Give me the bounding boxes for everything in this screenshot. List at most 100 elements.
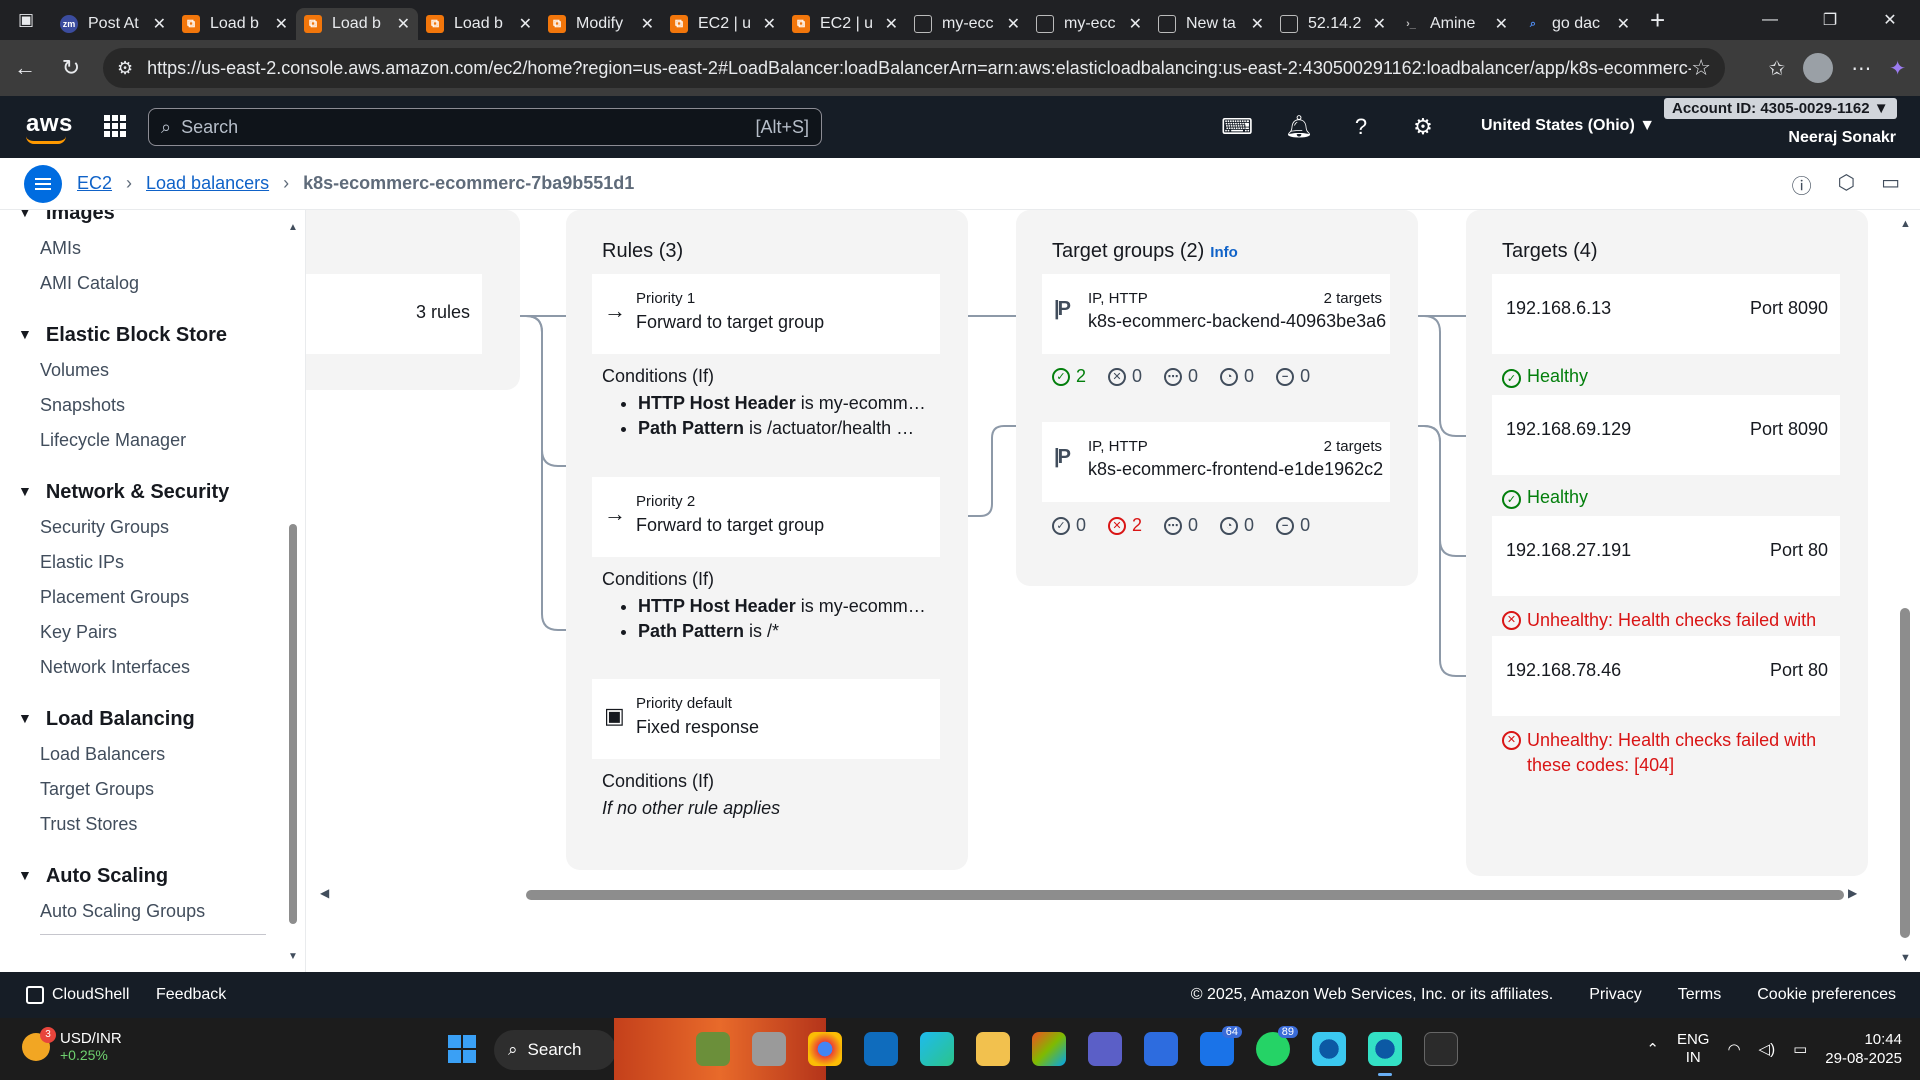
battery-icon[interactable]: ▭ <box>1793 1040 1807 1058</box>
url-text[interactable]: https://us-east-2.console.aws.amazon.com… <box>147 58 1691 79</box>
close-tab-icon[interactable]: ✕ <box>1007 14 1020 34</box>
whatsapp-icon[interactable]: 89 <box>1256 1026 1298 1066</box>
vertical-scroll-thumb[interactable] <box>1900 608 1910 938</box>
back-icon[interactable]: ← <box>2 45 48 91</box>
settings-hex-icon[interactable]: ⬡ <box>1838 170 1855 199</box>
sidebar-scroll-thumb[interactable] <box>289 524 297 924</box>
wifi-icon[interactable]: ◠ <box>1727 1040 1740 1058</box>
feedback-icon[interactable]: ▭ <box>1881 170 1900 199</box>
listener-rules-card[interactable]: 3 rules <box>306 274 482 354</box>
scroll-up-icon[interactable]: ▲ <box>1900 218 1911 230</box>
horizontal-scroll-thumb[interactable] <box>526 890 1844 900</box>
browser-tab[interactable]: ⧉ Load b ✕ <box>418 8 540 40</box>
close-tab-icon[interactable]: ✕ <box>153 14 166 34</box>
browser-tab[interactable]: ⧉ Load b ✕ <box>296 8 418 40</box>
info-circle-icon[interactable]: ⓘ <box>1792 170 1812 199</box>
browser-tab[interactable]: zm Post At ✕ <box>52 8 174 40</box>
sidebar-item-load-balancers[interactable]: Load Balancers <box>40 744 165 765</box>
target-card[interactable]: 192.168.69.129 Port 8090 <box>1492 395 1840 475</box>
url-field[interactable]: ⚙ https://us-east-2.console.aws.amazon.c… <box>103 48 1725 88</box>
close-tab-icon[interactable]: ✕ <box>1373 14 1386 34</box>
vertical-scrollbar[interactable]: ▲ ▼ <box>1900 218 1911 964</box>
sidebar-section-load-balancing[interactable]: Load Balancing <box>18 708 195 731</box>
file-explorer-icon[interactable] <box>976 1032 1010 1066</box>
horizontal-scrollbar[interactable]: ◀ ▶ <box>306 886 1920 906</box>
privacy-link[interactable]: Privacy <box>1589 986 1641 1004</box>
windows-start-icon[interactable] <box>448 1035 476 1063</box>
clock[interactable]: 10:44 29-08-2025 <box>1825 1030 1902 1068</box>
site-info-icon[interactable]: ⚙ <box>117 58 133 79</box>
sidebar-item-trust-stores[interactable]: Trust Stores <box>40 814 137 835</box>
edge-icon[interactable] <box>1312 1032 1346 1066</box>
scroll-left-icon[interactable]: ◀ <box>320 886 329 900</box>
target-group-card[interactable]: |P IP, HTTP 2 targets k8s-ecommerc-frontend… <box>1042 422 1390 502</box>
sidebar-section-images[interactable]: Images <box>18 210 115 225</box>
aws-logo[interactable]: aws <box>26 110 73 144</box>
sidebar-item-ami-catalog[interactable]: AMI Catalog <box>40 273 139 294</box>
browser-tab[interactable]: my-ecc ✕ <box>906 8 1028 40</box>
bookmark-star-icon[interactable]: ☆ <box>1691 55 1711 81</box>
sidebar-section-auto-scaling[interactable]: Auto Scaling <box>18 865 168 888</box>
minimize-icon[interactable]: — <box>1740 0 1800 40</box>
sidebar-item-network-interfaces[interactable]: Network Interfaces <box>40 657 190 678</box>
sidebar-item-security-groups[interactable]: Security Groups <box>40 517 169 538</box>
sidebar-item-amis[interactable]: AMIs <box>40 238 81 259</box>
close-window-icon[interactable]: ✕ <box>1860 0 1920 40</box>
edge-dev-icon[interactable] <box>920 1032 954 1066</box>
scroll-up-icon[interactable]: ▲ <box>288 222 298 233</box>
sidebar-item-lifecycle-manager[interactable]: Lifecycle Manager <box>40 430 186 451</box>
target-group-name[interactable]: k8s-ecommerc-backend-40963be3a6 <box>1088 311 1386 332</box>
console-search-input[interactable]: ⌕ Search [Alt+S] <box>148 108 822 146</box>
photos-app-icon[interactable] <box>696 1032 730 1066</box>
rule-card[interactable]: → Priority 2 Forward to target group <box>592 477 940 557</box>
market-widget[interactable]: 3 USD/INR +0.25% <box>22 1026 122 1063</box>
breadcrumb-ec2[interactable]: EC2 <box>77 173 112 194</box>
sidebar-item-snapshots[interactable]: Snapshots <box>40 395 125 416</box>
terms-link[interactable]: Terms <box>1678 986 1722 1004</box>
browser-tab[interactable]: my-ecc ✕ <box>1028 8 1150 40</box>
more-menu-icon[interactable]: ⋯ <box>1851 56 1871 81</box>
remote-desktop-icon[interactable] <box>1144 1032 1178 1066</box>
close-tab-icon[interactable]: ✕ <box>519 14 532 34</box>
browser-tab[interactable]: ⧉ Modify ✕ <box>540 8 662 40</box>
info-link[interactable]: Info <box>1210 244 1238 261</box>
browser-tab[interactable]: New ta ✕ <box>1150 8 1272 40</box>
close-tab-icon[interactable]: ✕ <box>1617 14 1630 34</box>
scroll-down-icon[interactable]: ▼ <box>1900 952 1911 964</box>
target-group-name[interactable]: k8s-ecommerc-frontend-e1de1962c2 <box>1088 459 1383 480</box>
target-card[interactable]: 192.168.6.13 Port 8090 <box>1492 274 1840 354</box>
target-card[interactable]: 192.168.78.46 Port 80 <box>1492 636 1840 716</box>
chrome-icon[interactable] <box>808 1032 842 1066</box>
tab-actions-icon[interactable]: ▣ <box>0 0 52 40</box>
close-tab-icon[interactable]: ✕ <box>641 14 654 34</box>
close-tab-icon[interactable]: ✕ <box>1495 14 1508 34</box>
sidebar-section-network-security[interactable]: Network & Security <box>18 481 229 504</box>
browser-tab[interactable]: ⧉ EC2 | u ✕ <box>784 8 906 40</box>
copilot-app-icon[interactable] <box>1032 1032 1066 1066</box>
sidebar-item-placement-groups[interactable]: Placement Groups <box>40 587 189 608</box>
close-tab-icon[interactable]: ✕ <box>275 14 288 34</box>
terminal-app-icon[interactable] <box>1424 1032 1458 1066</box>
sidebar-item-volumes[interactable]: Volumes <box>40 360 109 381</box>
sidebar-item-elastic-ips[interactable]: Elastic IPs <box>40 552 124 573</box>
copilot-icon[interactable]: ✦ <box>1889 56 1906 81</box>
help-icon[interactable]: ? <box>1344 108 1378 146</box>
teams-icon[interactable] <box>1088 1032 1122 1066</box>
breadcrumb-load-balancers[interactable]: Load balancers <box>146 173 269 194</box>
volume-icon[interactable]: ◁) <box>1759 1040 1776 1058</box>
notifications-bell-icon[interactable]: 🔔︎ <box>1282 108 1316 146</box>
hamburger-menu-icon[interactable] <box>24 165 62 203</box>
teams-work-icon[interactable]: 64 <box>1200 1026 1242 1066</box>
cookie-preferences-link[interactable]: Cookie preferences <box>1757 986 1896 1004</box>
sidebar-item-key-pairs[interactable]: Key Pairs <box>40 622 117 643</box>
cloudshell-button[interactable]: CloudShell <box>26 986 129 1004</box>
browser-tab[interactable]: ⧉ EC2 | u ✕ <box>662 8 784 40</box>
reload-icon[interactable]: ↻ <box>48 45 94 91</box>
feedback-link[interactable]: Feedback <box>156 986 226 1004</box>
account-id-badge[interactable]: Account ID: 4305-0029-1162 ▼ <box>1664 98 1897 119</box>
scroll-right-icon[interactable]: ▶ <box>1848 886 1857 900</box>
close-tab-icon[interactable]: ✕ <box>1129 14 1142 34</box>
browser-tab[interactable]: ⌕ go dac ✕ <box>1516 8 1638 40</box>
browser-tab[interactable]: 52.14.2 ✕ <box>1272 8 1394 40</box>
sidebar-scrollbar[interactable]: ▲ ▼ <box>288 222 298 962</box>
